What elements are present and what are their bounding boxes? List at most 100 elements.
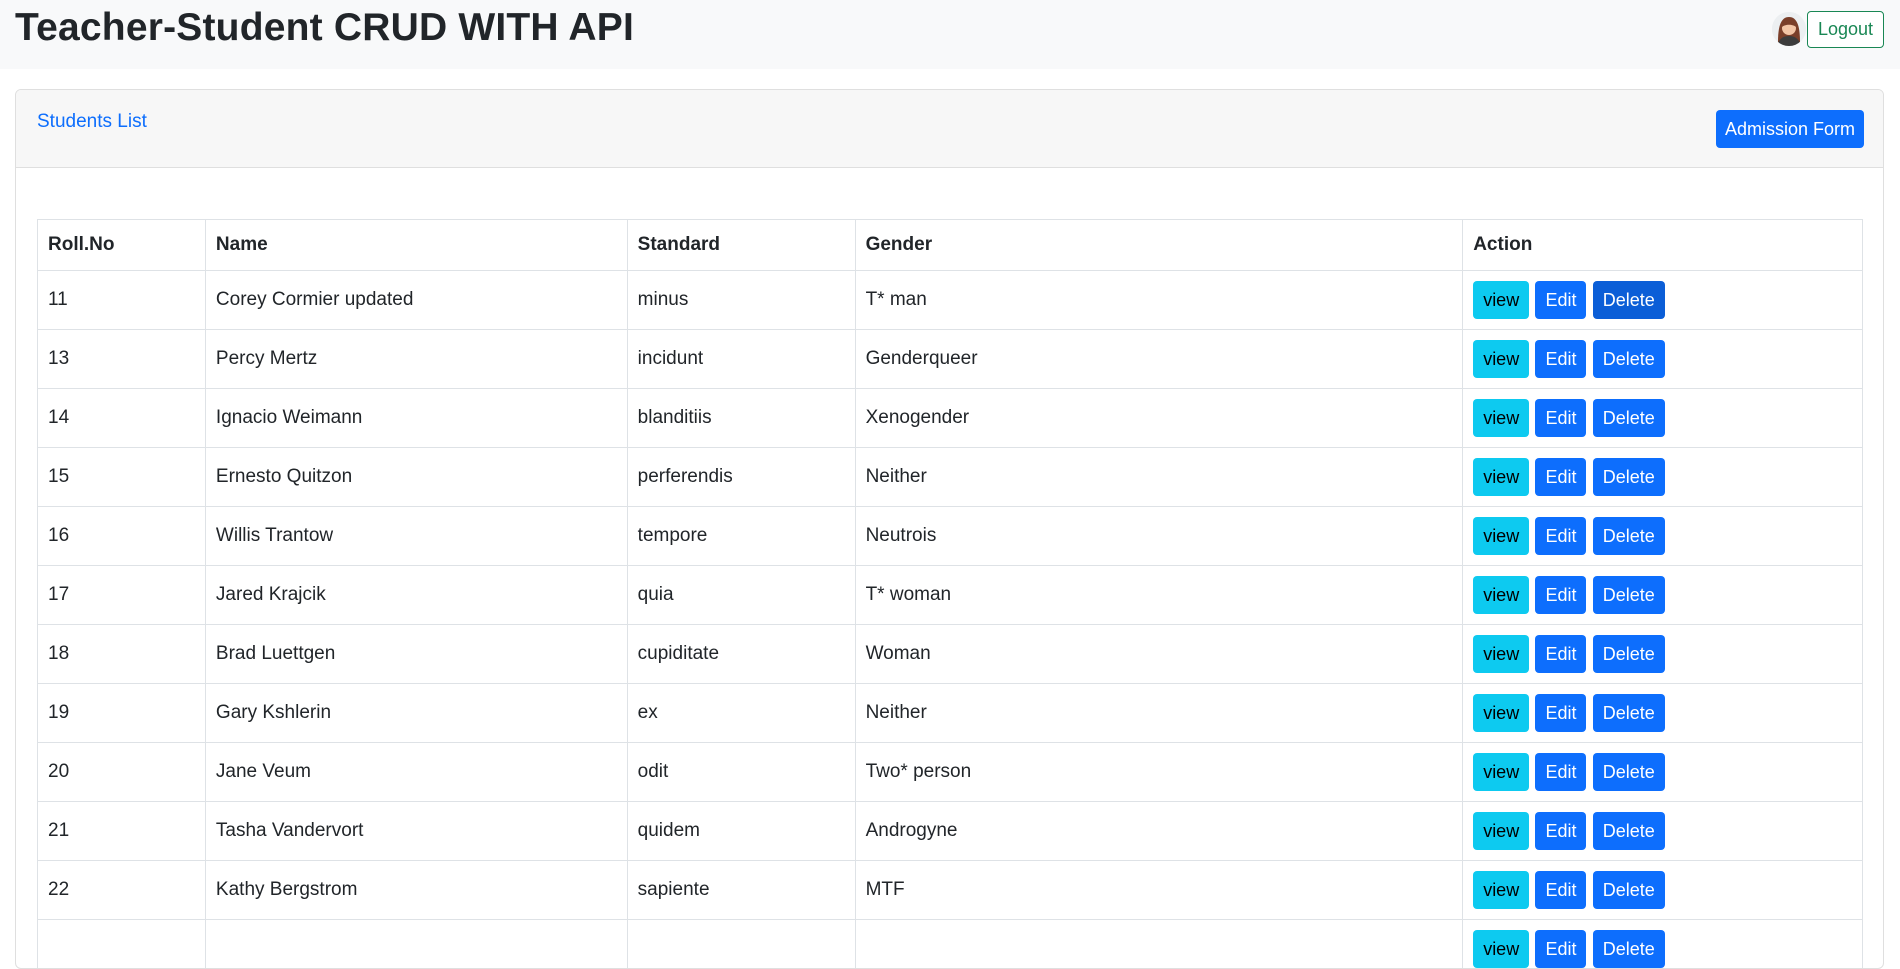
edit-button[interactable]: Edit [1535,517,1586,555]
user-avatar[interactable] [1772,12,1806,46]
edit-button[interactable]: Edit [1535,458,1586,496]
delete-button[interactable]: Delete [1593,635,1665,673]
table-row: view Edit Delete [38,920,1863,969]
view-button[interactable]: view [1473,871,1529,909]
cell-standard: quidem [627,802,855,861]
view-button[interactable]: view [1473,753,1529,791]
column-header-standard: Standard [627,220,855,271]
cell-action: view Edit Delete [1463,448,1863,507]
cell-name: Tasha Vandervort [205,802,627,861]
edit-button[interactable]: Edit [1535,576,1586,614]
cell-action: view Edit Delete [1463,802,1863,861]
cell-gender: Neither [855,684,1463,743]
delete-button[interactable]: Delete [1593,930,1665,968]
table-header-row: Roll.No Name Standard Gender Action [38,220,1863,271]
delete-button[interactable]: Delete [1593,517,1665,555]
cell-action: view Edit Delete [1463,271,1863,330]
cell-standard: perferendis [627,448,855,507]
cell-action: view Edit Delete [1463,389,1863,448]
students-list-title: Students List [37,111,147,133]
edit-button[interactable]: Edit [1535,694,1586,732]
delete-button[interactable]: Delete [1593,871,1665,909]
column-header-action: Action [1463,220,1863,271]
students-table: Roll.No Name Standard Gender Action 11 C… [37,219,1863,969]
view-button[interactable]: view [1473,458,1529,496]
edit-button[interactable]: Edit [1535,753,1586,791]
view-button[interactable]: view [1473,635,1529,673]
table-row: 11 Corey Cormier updated minus T* man vi… [38,271,1863,330]
cell-standard: blanditiis [627,389,855,448]
cell-roll: 13 [38,330,206,389]
column-header-roll: Roll.No [38,220,206,271]
cell-gender: Xenogender [855,389,1463,448]
view-button[interactable]: view [1473,694,1529,732]
view-button[interactable]: view [1473,930,1529,968]
view-button[interactable]: view [1473,399,1529,437]
delete-button[interactable]: Delete [1593,458,1665,496]
cell-name: Kathy Bergstrom [205,861,627,920]
table-row: 19 Gary Kshlerin ex Neither view Edit De… [38,684,1863,743]
cell-action: view Edit Delete [1463,625,1863,684]
cell-action: view Edit Delete [1463,861,1863,920]
cell-gender: Woman [855,625,1463,684]
cell-gender: T* woman [855,566,1463,625]
table-row: 13 Percy Mertz incidunt Genderqueer view… [38,330,1863,389]
edit-button[interactable]: Edit [1535,635,1586,673]
admission-form-button[interactable]: Admission Form [1716,110,1864,148]
edit-button[interactable]: Edit [1535,930,1586,968]
cell-name: Ignacio Weimann [205,389,627,448]
edit-button[interactable]: Edit [1535,340,1586,378]
table-row: 15 Ernesto Quitzon perferendis Neither v… [38,448,1863,507]
table-row: 21 Tasha Vandervort quidem Androgyne vie… [38,802,1863,861]
cell-roll: 21 [38,802,206,861]
column-header-name: Name [205,220,627,271]
edit-button[interactable]: Edit [1535,871,1586,909]
view-button[interactable]: view [1473,281,1529,319]
card-header: Students List Admission Form [16,90,1883,168]
cell-gender: MTF [855,861,1463,920]
cell-action: view Edit Delete [1463,920,1863,969]
cell-standard: minus [627,271,855,330]
cell-gender: Genderqueer [855,330,1463,389]
view-button[interactable]: view [1473,812,1529,850]
logout-button[interactable]: Logout [1807,11,1884,48]
cell-name: Jared Krajcik [205,566,627,625]
cell-name: Ernesto Quitzon [205,448,627,507]
cell-standard: cupiditate [627,625,855,684]
delete-button[interactable]: Delete [1593,576,1665,614]
delete-button[interactable]: Delete [1593,753,1665,791]
cell-name: Percy Mertz [205,330,627,389]
cell-standard: tempore [627,507,855,566]
avatar-icon [1772,12,1806,46]
cell-gender [855,920,1463,969]
delete-button[interactable]: Delete [1593,812,1665,850]
cell-roll: 14 [38,389,206,448]
cell-roll: 20 [38,743,206,802]
cell-standard: incidunt [627,330,855,389]
delete-button[interactable]: Delete [1593,694,1665,732]
table-row: 22 Kathy Bergstrom sapiente MTF view Edi… [38,861,1863,920]
cell-standard: ex [627,684,855,743]
view-button[interactable]: view [1473,576,1529,614]
cell-standard: quia [627,566,855,625]
cell-roll: 19 [38,684,206,743]
cell-name: Jane Veum [205,743,627,802]
delete-button[interactable]: Delete [1593,399,1665,437]
view-button[interactable]: view [1473,340,1529,378]
view-button[interactable]: view [1473,517,1529,555]
edit-button[interactable]: Edit [1535,399,1586,437]
cell-roll [38,920,206,969]
delete-button[interactable]: Delete [1593,340,1665,378]
cell-name [205,920,627,969]
table-row: 14 Ignacio Weimann blanditiis Xenogender… [38,389,1863,448]
delete-button[interactable]: Delete [1593,281,1665,319]
cell-roll: 18 [38,625,206,684]
edit-button[interactable]: Edit [1535,281,1586,319]
cell-standard: sapiente [627,861,855,920]
cell-standard [627,920,855,969]
table-row: 17 Jared Krajcik quia T* woman view Edit… [38,566,1863,625]
cell-action: view Edit Delete [1463,743,1863,802]
cell-roll: 15 [38,448,206,507]
cell-gender: Neither [855,448,1463,507]
edit-button[interactable]: Edit [1535,812,1586,850]
